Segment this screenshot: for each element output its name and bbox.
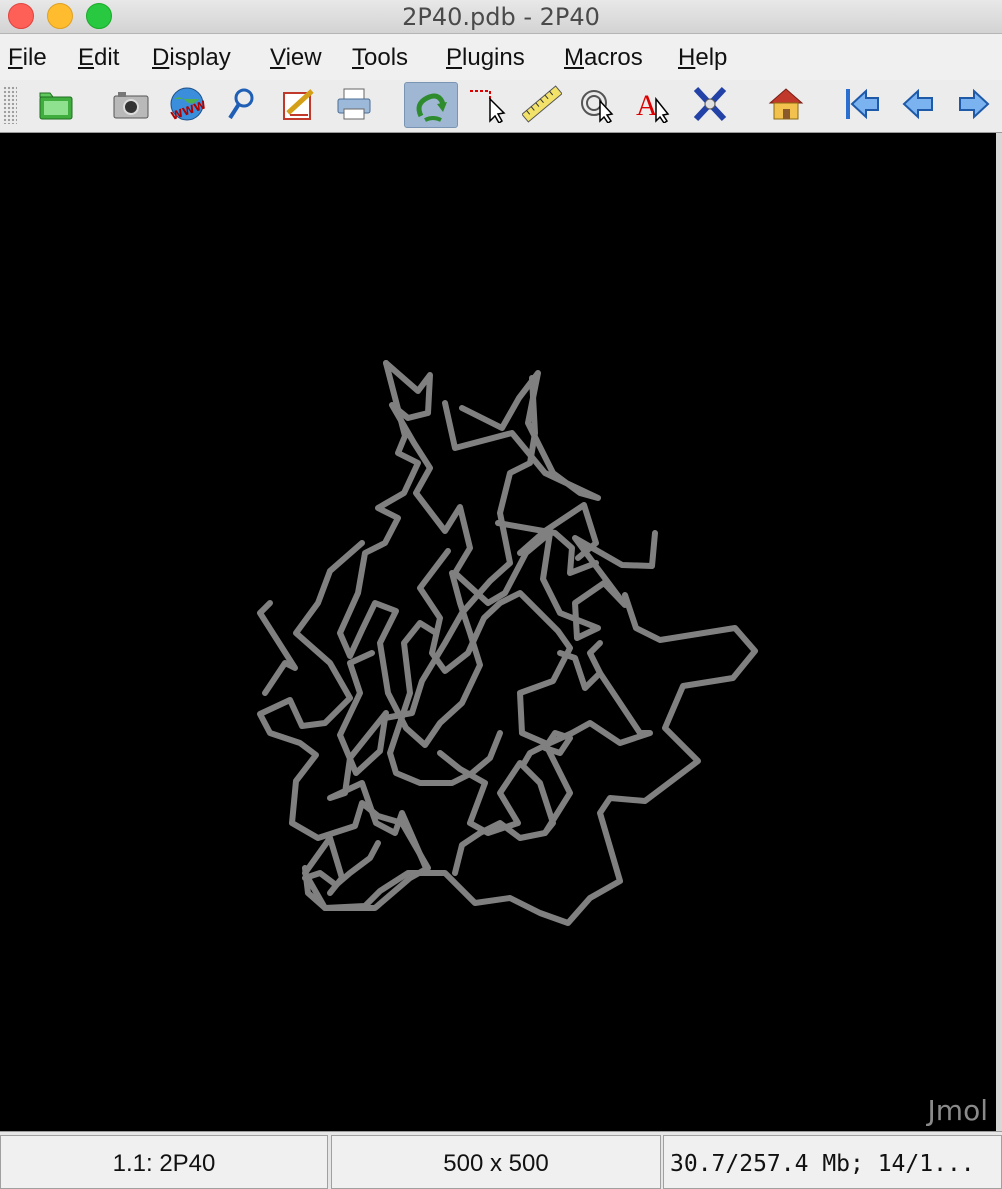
menu-file[interactable]: File <box>8 44 47 72</box>
menu-bar: File Edit Display View Tools Plugins Mac… <box>0 34 1002 80</box>
title-bar: 2P40.pdb - 2P40 <box>0 0 1002 34</box>
printer-icon <box>337 88 371 120</box>
label-pick-button[interactable]: A <box>628 82 680 126</box>
open-url-button[interactable]: WWW <box>160 82 212 126</box>
molecule-icon <box>693 86 727 122</box>
first-arrow-icon <box>846 88 879 120</box>
status-bar: 1.1: 2P40 500 x 500 30.7/257.4 Mb; 14/1.… <box>0 1131 1002 1189</box>
status-canvas-size: 500 x 500 <box>331 1135 661 1189</box>
toolbar: WWW A <box>0 80 1002 133</box>
status-memory: 30.7/257.4 Mb; 14/1... <box>663 1135 1002 1189</box>
left-arrow-icon <box>902 88 933 120</box>
measure-button[interactable] <box>516 82 568 126</box>
next-frame-button[interactable] <box>948 82 1000 126</box>
folder-icon <box>39 92 73 120</box>
prev-frame-button[interactable] <box>892 82 944 126</box>
svg-text:A: A <box>636 89 658 122</box>
magnifier-icon <box>228 88 254 120</box>
menu-plugins[interactable]: Plugins <box>446 44 525 72</box>
pointer-icon <box>470 90 506 123</box>
home-icon <box>768 88 804 120</box>
right-arrow-icon <box>959 88 990 120</box>
jmol-watermark: Jmol <box>927 1094 988 1127</box>
camera-icon <box>113 92 149 119</box>
molecule-viewer-canvas[interactable]: Jmol <box>0 133 996 1131</box>
first-frame-button[interactable] <box>836 82 888 126</box>
export-image-button[interactable] <box>104 82 156 126</box>
script-button[interactable] <box>216 82 268 126</box>
menu-tools[interactable]: Tools <box>352 44 408 72</box>
a-pointer-icon: A <box>636 89 670 123</box>
editor-button[interactable] <box>272 82 324 126</box>
viewer-right-edge <box>996 133 1002 1131</box>
rotate-button[interactable] <box>404 82 458 128</box>
pick-button[interactable] <box>460 82 512 126</box>
menu-edit[interactable]: Edit <box>78 44 119 72</box>
home-button[interactable] <box>760 82 812 126</box>
ruler-icon <box>522 85 562 123</box>
pencil-icon <box>283 89 314 120</box>
open-file-button[interactable] <box>30 82 82 126</box>
menu-help[interactable]: Help <box>678 44 727 72</box>
www-globe-icon: WWW <box>169 87 206 123</box>
status-model-id: 1.1: 2P40 <box>0 1135 328 1189</box>
print-button[interactable] <box>328 82 380 126</box>
window-title: 2P40.pdb - 2P40 <box>402 3 600 31</box>
toolbar-grip-handle[interactable] <box>3 86 17 124</box>
spin-pick-button[interactable] <box>572 82 624 126</box>
menu-view[interactable]: View <box>270 44 322 72</box>
menu-display[interactable]: Display <box>152 44 231 72</box>
menu-macros[interactable]: Macros <box>564 44 643 72</box>
target-pointer-icon <box>581 90 614 123</box>
protein-backbone-trace <box>257 360 758 926</box>
rotate-arrow-icon <box>416 93 447 122</box>
atom-set-button[interactable] <box>684 82 736 126</box>
